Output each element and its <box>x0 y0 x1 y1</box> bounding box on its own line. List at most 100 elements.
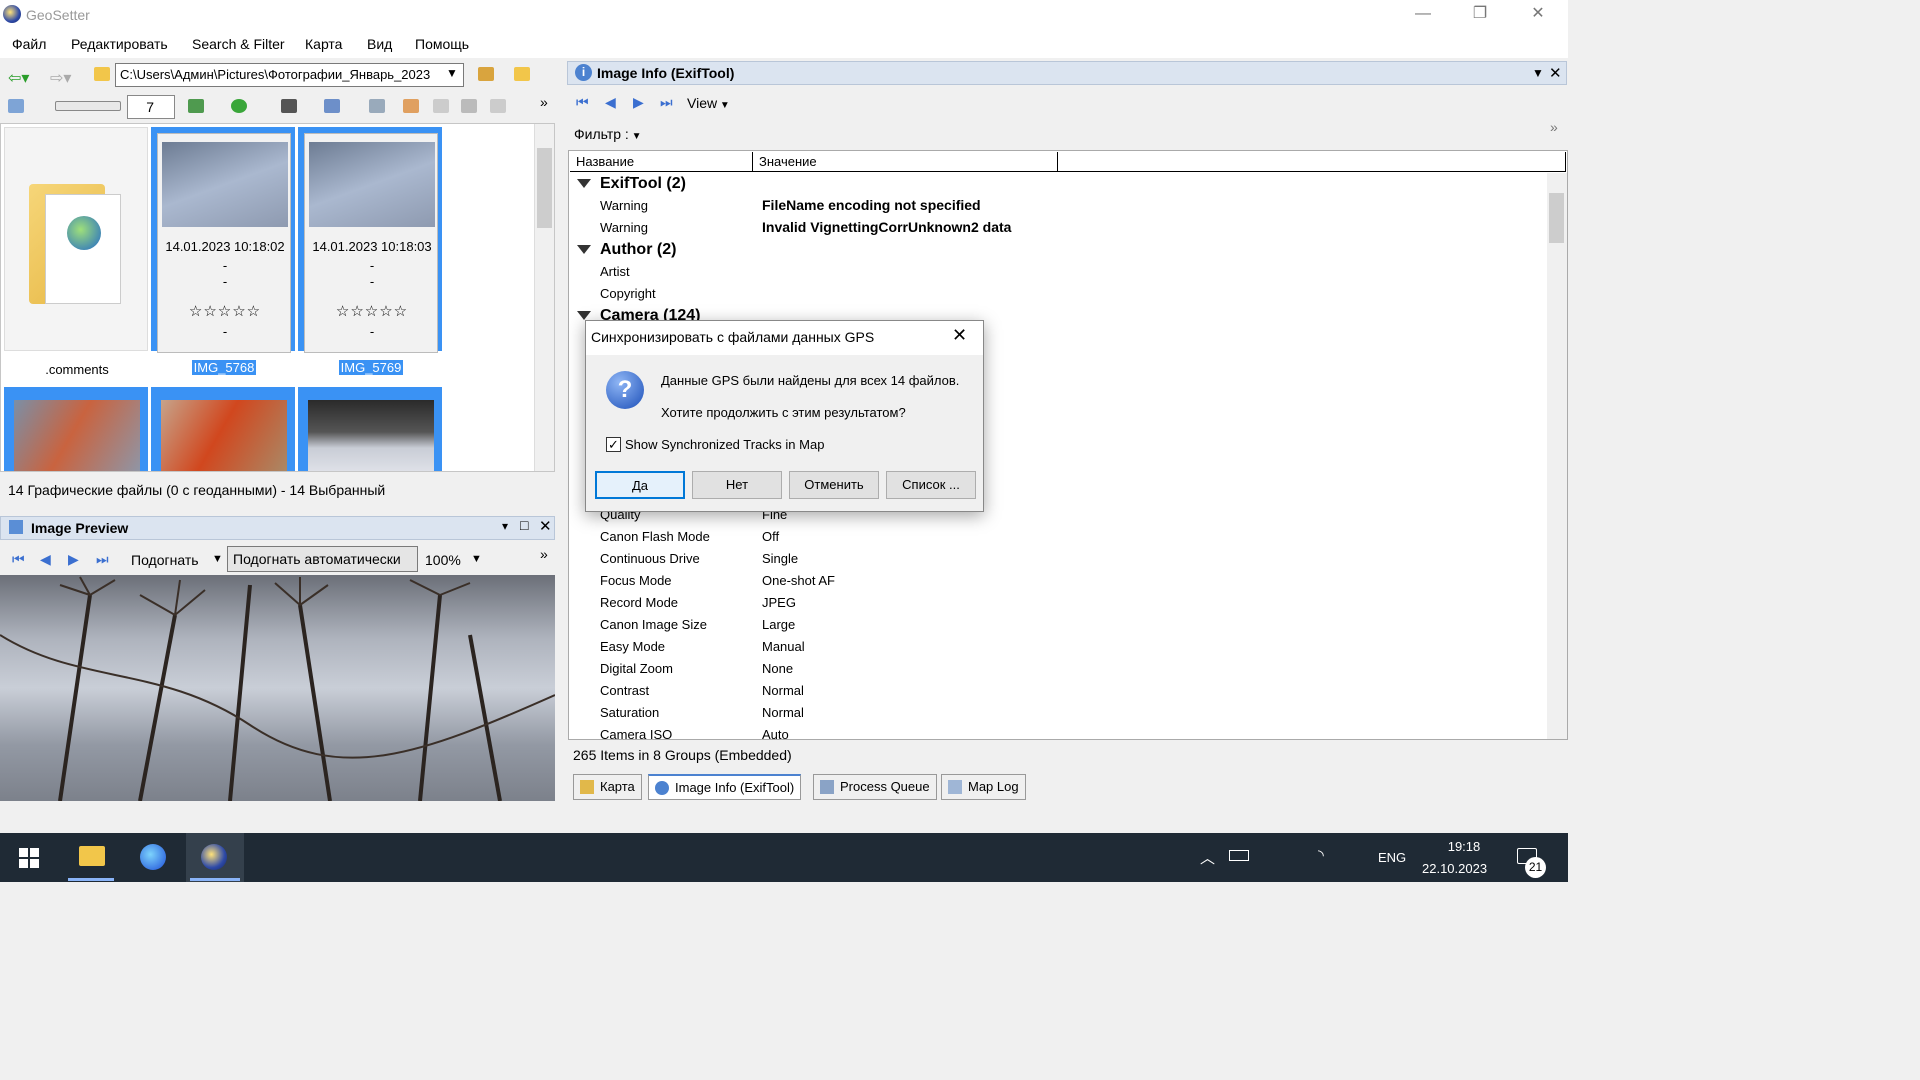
thumbnail-label: IMG_5769 <box>338 360 404 375</box>
thumbnail-img-5768[interactable]: 14.01.2023 10:18:02 - - ☆☆☆☆☆ - IMG_5768 <box>151 127 295 375</box>
forward-arrow-icon[interactable]: ⇨▾ <box>50 68 71 88</box>
table-row-name: Warning <box>600 220 648 235</box>
chevron-down-icon[interactable]: ▼ <box>446 66 458 80</box>
assign-icon[interactable] <box>188 99 204 113</box>
menu-help[interactable]: Помощь <box>415 36 469 52</box>
sync-icon[interactable] <box>231 99 247 113</box>
close-panel-icon[interactable]: ✕ <box>539 517 552 535</box>
language-indicator[interactable]: ENG <box>1378 850 1406 865</box>
first-record-icon[interactable]: ⏮ <box>576 94 589 111</box>
fit-button[interactable]: Подогнать <box>131 552 199 568</box>
chevron-down-icon[interactable]: ▼ <box>212 553 223 565</box>
file-explorer-icon[interactable] <box>79 846 105 866</box>
list-button[interactable]: Список ... <box>886 471 976 499</box>
favorites-folder-icon[interactable] <box>514 67 530 81</box>
rating-stars[interactable]: ☆☆☆☆☆ <box>158 304 292 319</box>
tab-map[interactable]: Карта <box>573 774 642 800</box>
maximize-panel-icon[interactable]: □ <box>520 517 528 533</box>
column-header-extra[interactable] <box>1058 152 1566 172</box>
exif-scrollbar[interactable] <box>1547 173 1567 739</box>
clock-time[interactable]: 19:18 <box>1440 839 1488 854</box>
network-icon[interactable]: ◝ <box>1318 846 1324 864</box>
firefox-icon[interactable] <box>140 844 166 870</box>
minimize-button[interactable]: — <box>1400 0 1446 30</box>
menu-file[interactable]: Файл <box>12 36 46 52</box>
next-record-icon[interactable]: ▶ <box>633 94 644 111</box>
panel-menu-icon[interactable]: ▾ <box>502 519 508 533</box>
collapse-triangle-icon[interactable] <box>577 245 591 254</box>
fit-auto-toggle[interactable]: Подогнать автоматически <box>227 546 418 572</box>
column-header-name[interactable]: Название <box>570 152 753 172</box>
paste-special-icon[interactable] <box>490 99 506 113</box>
overflow-chevron-icon[interactable]: » <box>540 546 548 562</box>
menu-search-filter[interactable]: Search & Filter <box>192 36 285 52</box>
back-arrow-icon[interactable]: ⇦▾ <box>8 68 29 88</box>
filter-icon[interactable] <box>324 99 340 113</box>
yes-button[interactable]: Да <box>595 471 685 499</box>
close-panel-icon[interactable]: ✕ <box>1549 64 1562 82</box>
overflow-chevron-icon[interactable]: » <box>1550 119 1558 135</box>
prev-record-icon[interactable]: ◀ <box>605 94 616 111</box>
last-image-icon[interactable]: ⏭ <box>96 551 109 568</box>
scrollbar-thumb[interactable] <box>1549 193 1564 243</box>
table-row-name: Easy Mode <box>600 639 666 654</box>
scrollbar-thumb[interactable] <box>537 148 552 228</box>
show-tracks-checkbox[interactable]: ✓ <box>606 437 621 452</box>
tab-image-info[interactable]: Image Info (ExifTool) <box>648 774 802 800</box>
export-icon[interactable] <box>403 99 419 113</box>
paste-icon[interactable] <box>461 99 477 113</box>
table-row-value: Off <box>762 529 780 544</box>
preview-panel-title: Image Preview <box>31 520 129 536</box>
show-tracks-label[interactable]: Show Synchronized Tracks in Map <box>625 437 824 452</box>
zoom-spinbox[interactable]: 7 <box>127 95 175 119</box>
overflow-chevron-icon[interactable]: » <box>540 94 548 110</box>
thumbnail-folder[interactable]: .comments <box>4 127 148 377</box>
thumbnail-grid: .comments 14.01.2023 10:18:02 - - ☆☆☆☆☆ … <box>0 123 555 472</box>
no-button[interactable]: Нет <box>692 471 782 499</box>
thumbnail-img-5769[interactable]: 14.01.2023 10:18:03 - - ☆☆☆☆☆ - IMG_5769 <box>298 127 442 375</box>
prev-image-icon[interactable]: ◀ <box>40 551 51 568</box>
last-record-icon[interactable]: ⏭ <box>660 94 673 111</box>
rating-stars[interactable]: ☆☆☆☆☆ <box>305 304 439 319</box>
chevron-down-icon[interactable]: ▼ <box>471 553 482 565</box>
tab-map-log[interactable]: Map Log <box>941 774 1026 800</box>
path-combobox[interactable]: C:\Users\Админ\Pictures\Фотографии_Январ… <box>115 63 464 87</box>
gps-sync-dialog: Синхронизировать с файлами данных GPS ✕ … <box>585 320 984 512</box>
clock-date[interactable]: 22.10.2023 <box>1422 861 1487 876</box>
restore-button[interactable]: ❐ <box>1457 0 1503 30</box>
view-mode-icon[interactable] <box>8 99 24 113</box>
tray-chevron-up-icon[interactable]: ︿ <box>1200 847 1215 868</box>
rename-icon[interactable] <box>369 99 385 113</box>
start-windows-icon[interactable] <box>19 848 39 868</box>
thumbnail-item[interactable] <box>151 387 295 471</box>
close-window-button[interactable]: ✕ <box>1515 0 1561 30</box>
copy-icon[interactable] <box>433 99 449 113</box>
panel-menu-icon[interactable]: ▼ <box>1532 66 1544 80</box>
battery-icon[interactable] <box>1229 850 1249 861</box>
filter-button[interactable]: Фильтр : ▼ <box>574 126 642 142</box>
group-header[interactable]: Author (2) <box>600 241 676 259</box>
thumbnail-scrollbar[interactable] <box>534 124 554 471</box>
collapse-triangle-icon[interactable] <box>577 179 591 188</box>
zoom-combobox[interactable]: 100% <box>425 552 461 568</box>
group-header[interactable]: ExifTool (2) <box>600 175 686 193</box>
folder-up-icon[interactable] <box>94 67 110 81</box>
column-header-value[interactable]: Значение <box>753 152 1058 172</box>
thumbnail-size-slider[interactable] <box>55 101 121 111</box>
view-menu-button[interactable]: View ▼ <box>687 95 730 111</box>
thumbnail-item[interactable] <box>4 387 148 471</box>
menu-edit[interactable]: Редактировать <box>71 36 168 52</box>
dialog-close-icon[interactable]: ✕ <box>952 325 967 346</box>
menu-view[interactable]: Вид <box>367 36 392 52</box>
panel-splitter[interactable] <box>556 60 566 802</box>
binoculars-icon[interactable] <box>281 99 297 113</box>
cancel-button[interactable]: Отменить <box>789 471 879 499</box>
tab-process-queue[interactable]: Process Queue <box>813 774 937 800</box>
collapse-triangle-icon[interactable] <box>577 311 591 320</box>
thumbnail-item[interactable] <box>298 387 442 471</box>
open-folder-icon[interactable] <box>478 67 494 81</box>
next-image-icon[interactable]: ▶ <box>68 551 79 568</box>
menu-map[interactable]: Карта <box>305 36 342 52</box>
table-row-name: Continuous Drive <box>600 551 700 566</box>
first-image-icon[interactable]: ⏮ <box>12 551 25 568</box>
